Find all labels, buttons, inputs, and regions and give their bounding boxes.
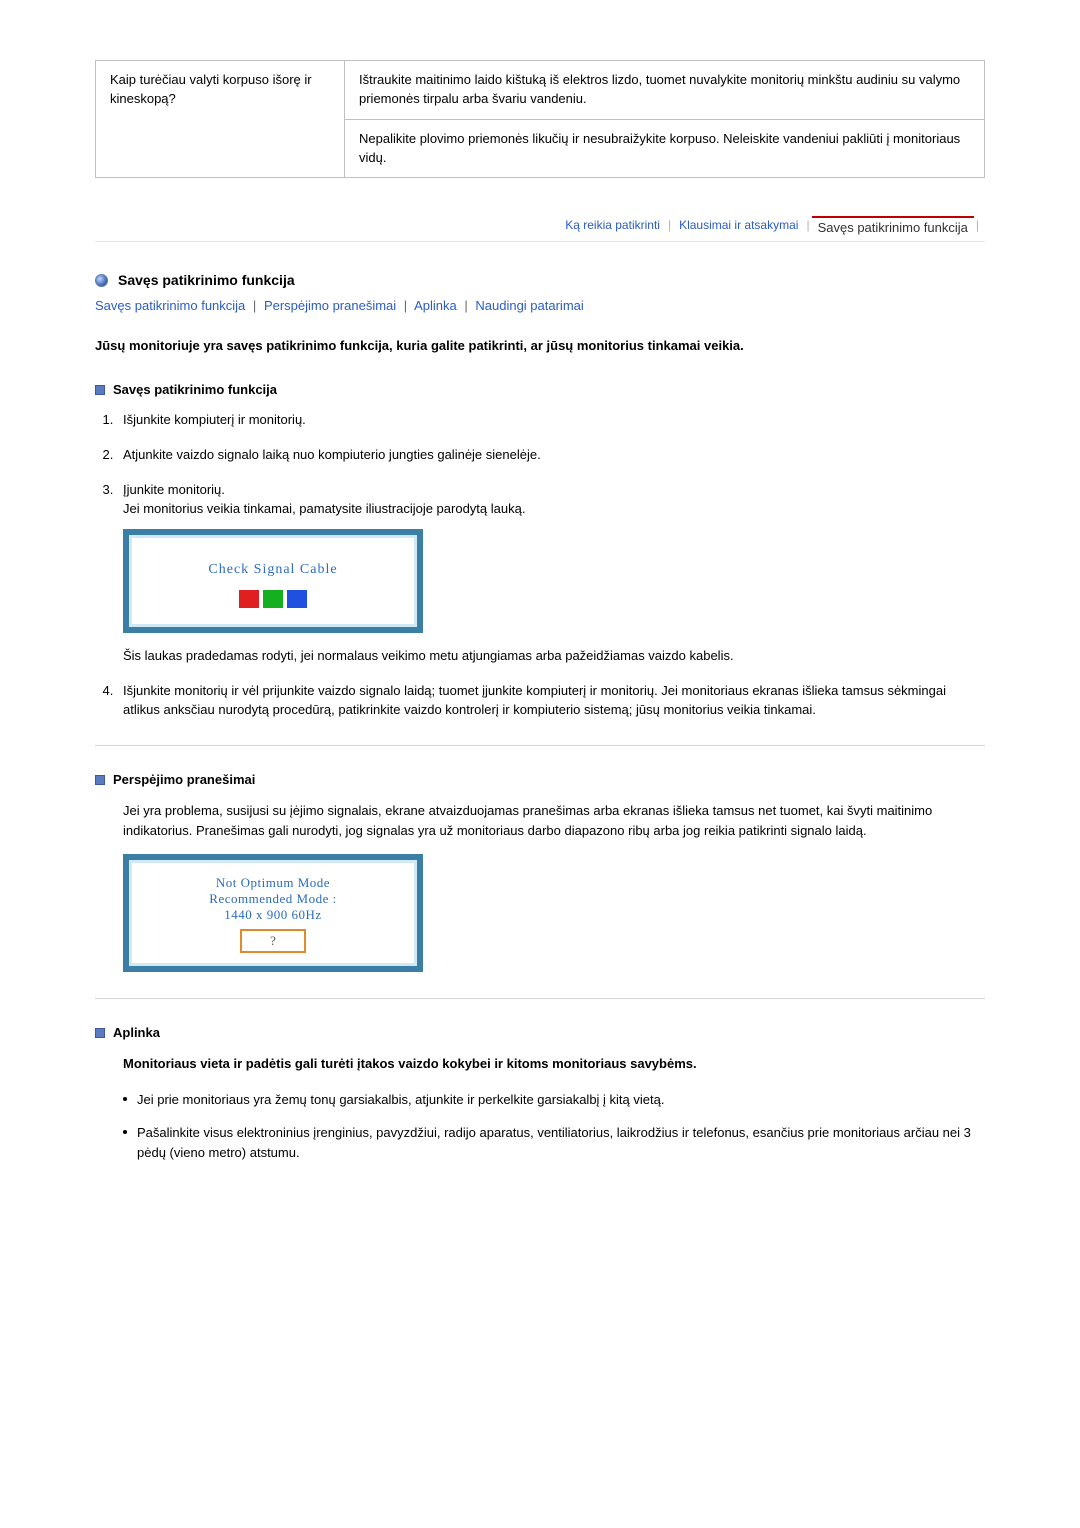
- link-warnings[interactable]: Perspėjimo pranešimai: [264, 298, 396, 313]
- section-divider: [95, 998, 985, 999]
- environment-list: Jei prie monitoriaus yra žemų tonų garsi…: [123, 1090, 985, 1163]
- tab-separator: |: [974, 218, 981, 235]
- step-3-after-illus: Šis laukas pradedamas rodyti, jei normal…: [123, 647, 985, 666]
- illus-line-2: Recommended Mode :: [142, 891, 404, 907]
- step-3: Įjunkite monitorių. Jei monitorius veiki…: [117, 481, 985, 666]
- illus-line-1: Not Optimum Mode: [142, 875, 404, 891]
- subsection-selfcheck: Savęs patikrinimo funkcija Išjunkite kom…: [95, 382, 985, 719]
- red-square-icon: [239, 590, 259, 608]
- illustration-inner: Check Signal Cable: [129, 535, 417, 627]
- square-bullet-icon: [95, 1028, 105, 1038]
- link-separator: |: [460, 298, 471, 313]
- subsection-title: Aplinka: [113, 1025, 160, 1040]
- step-4-text: Išjunkite monitorių ir vėl prijunkite va…: [123, 683, 946, 717]
- qa-question: Kaip turėčiau valyti korpuso išorę ir ki…: [110, 72, 312, 106]
- step-2: Atjunkite vaizdo signalo laiką nuo kompi…: [117, 446, 985, 465]
- step-1: Išjunkite kompiuterį ir monitorių.: [117, 411, 985, 430]
- step-4: Išjunkite monitorių ir vėl prijunkite va…: [117, 682, 985, 720]
- section-divider: [95, 745, 985, 746]
- section-header: Savęs patikrinimo funkcija: [95, 272, 985, 288]
- step-2-text: Atjunkite vaizdo signalo laiką nuo kompi…: [123, 447, 541, 462]
- qa-table: Kaip turėčiau valyti korpuso išorę ir ki…: [95, 60, 985, 178]
- subsection-header: Savęs patikrinimo funkcija: [95, 382, 985, 397]
- link-separator: |: [249, 298, 260, 313]
- step-1-text: Išjunkite kompiuterį ir monitorių.: [123, 412, 306, 427]
- tabs-bar: Ką reikia patikrinti | Klausimai ir atsa…: [95, 218, 985, 242]
- square-bullet-icon: [95, 775, 105, 785]
- color-squares-row: [142, 590, 404, 608]
- link-environment[interactable]: Aplinka: [414, 298, 457, 313]
- selfcheck-steps: Išjunkite kompiuterį ir monitorių. Atjun…: [117, 411, 985, 719]
- illus-line-3: 1440 x 900 60Hz: [142, 907, 404, 923]
- step-3-text-a: Įjunkite monitorių.: [123, 482, 225, 497]
- intro-text: Jūsų monitoriuje yra savęs patikrinimo f…: [95, 337, 985, 356]
- content-column: Kaip turėčiau valyti korpuso išorę ir ki…: [95, 60, 985, 1162]
- step-3-text-b: Jei monitorius veikia tinkamai, pamatysi…: [123, 501, 525, 516]
- illustration-caption: Check Signal Cable: [142, 560, 404, 580]
- subsection-header: Perspėjimo pranešimai: [95, 772, 985, 787]
- page: Kaip turėčiau valyti korpuso išorę ir ki…: [0, 0, 1080, 1216]
- environment-lead: Monitoriaus vieta ir padėtis gali turėti…: [123, 1054, 985, 1074]
- tab-selfcheck-active[interactable]: Savęs patikrinimo funkcija: [812, 216, 974, 235]
- environment-item-2: Pašalinkite visus elektroninius įrengini…: [123, 1123, 985, 1162]
- tab-check[interactable]: Ką reikia patikrinti: [559, 218, 666, 235]
- environment-item-1-text: Jei prie monitoriaus yra žemų tonų garsi…: [137, 1092, 664, 1107]
- tab-separator: |: [804, 218, 811, 235]
- warnings-paragraph: Jei yra problema, susijusi su įėjimo sig…: [123, 801, 985, 840]
- section-sublinks: Savęs patikrinimo funkcija | Perspėjimo …: [95, 298, 985, 313]
- link-separator: |: [400, 298, 411, 313]
- square-bullet-icon: [95, 385, 105, 395]
- link-selfcheck[interactable]: Savęs patikrinimo funkcija: [95, 298, 245, 313]
- link-tips[interactable]: Naudingi patarimai: [475, 298, 583, 313]
- environment-item-1: Jei prie monitoriaus yra žemų tonų garsi…: [123, 1090, 985, 1110]
- illustration-check-signal: Check Signal Cable: [123, 529, 423, 633]
- illus-help-button: ?: [240, 929, 306, 953]
- blue-square-icon: [287, 590, 307, 608]
- tab-separator: |: [666, 218, 673, 235]
- green-square-icon: [263, 590, 283, 608]
- qa-answer-cell-1: Ištraukite maitinimo laido kištuką iš el…: [345, 61, 985, 120]
- qa-answer-2: Nepalikite plovimo priemonės likučių ir …: [359, 131, 960, 165]
- qa-answer-cell-2: Nepalikite plovimo priemonės likučių ir …: [345, 119, 985, 178]
- illustration-not-optimum: Not Optimum Mode Recommended Mode : 1440…: [123, 854, 423, 972]
- illustration-inner: Not Optimum Mode Recommended Mode : 1440…: [129, 860, 417, 966]
- round-bullet-icon: [95, 274, 108, 287]
- qa-answer-1: Ištraukite maitinimo laido kištuką iš el…: [359, 72, 960, 106]
- qa-question-cell: Kaip turėčiau valyti korpuso išorę ir ki…: [96, 61, 345, 178]
- tab-qa[interactable]: Klausimai ir atsakymai: [673, 218, 804, 235]
- section-title: Savęs patikrinimo funkcija: [118, 272, 295, 288]
- tabs-row: Ką reikia patikrinti | Klausimai ir atsa…: [95, 218, 985, 241]
- subsection-environment: Aplinka Monitoriaus vieta ir padėtis gal…: [95, 1025, 985, 1162]
- subsection-header: Aplinka: [95, 1025, 985, 1040]
- subsection-title: Savęs patikrinimo funkcija: [113, 382, 277, 397]
- environment-item-2-text: Pašalinkite visus elektroninius įrengini…: [137, 1125, 971, 1160]
- subsection-title: Perspėjimo pranešimai: [113, 772, 255, 787]
- subsection-warnings: Perspėjimo pranešimai Jei yra problema, …: [95, 772, 985, 972]
